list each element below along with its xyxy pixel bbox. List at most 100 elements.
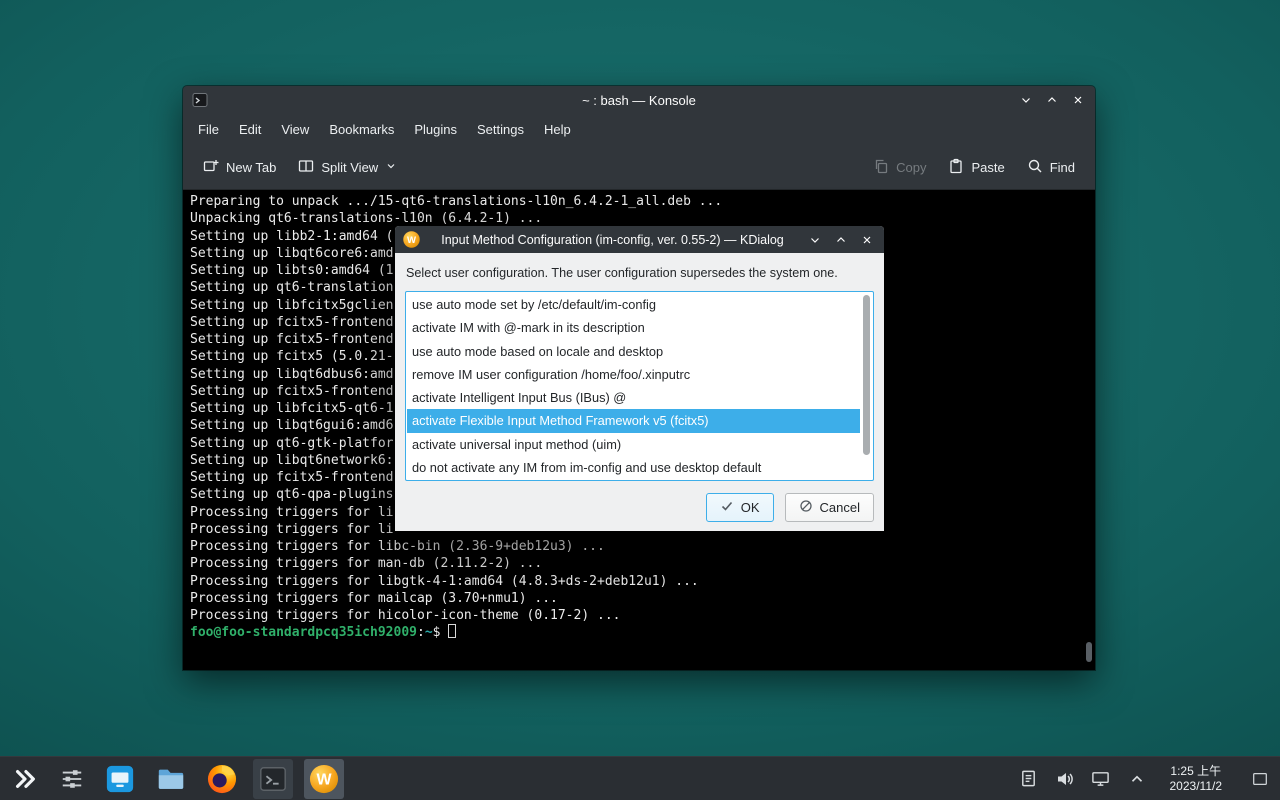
kdialog-window: W Input Method Configuration (im-config,… [395, 226, 884, 531]
dialog-button-row: OK Cancel [405, 493, 874, 522]
ok-button[interactable]: OK [706, 493, 774, 522]
copy-button[interactable]: Copy [865, 151, 934, 184]
split-view-icon [298, 158, 314, 177]
split-view-button[interactable]: Split View [290, 151, 405, 184]
clock-time: 1:25 上午 [1170, 764, 1223, 779]
paste-button[interactable]: Paste [940, 151, 1012, 184]
find-label: Find [1050, 160, 1075, 175]
taskbar-item-konsole[interactable] [253, 759, 293, 799]
prompt-user-host: foo@foo-standardpcq35ich92009 [190, 625, 417, 640]
copy-label: Copy [896, 160, 926, 175]
terminal-line: Unpacking qt6-translations-l10n (6.4.2-1… [190, 210, 1095, 227]
cancel-button-label: Cancel [820, 500, 860, 515]
minimize-button[interactable] [1019, 93, 1033, 107]
konsole-toolbar: New Tab Split View Copy Paste Find [183, 145, 1095, 190]
maximize-button[interactable] [834, 233, 848, 247]
taskbar-item-system-app[interactable] [100, 759, 140, 799]
konsole-window-title: ~ : bash — Konsole [183, 93, 1095, 108]
taskbar-item-file-manager[interactable] [151, 759, 191, 799]
copy-icon [873, 158, 889, 177]
terminal-line: Preparing to unpack .../15-qt6-translati… [190, 193, 1095, 210]
terminal-prompt-line: foo@foo-standardpcq35ich92009:~$ [190, 624, 1095, 641]
kdialog-titlebar[interactable]: W Input Method Configuration (im-config,… [395, 226, 884, 253]
firefox-icon [207, 764, 237, 794]
kdialog-body: Select user configuration. The user conf… [395, 253, 884, 531]
terminal-scrollbar[interactable] [1086, 642, 1092, 662]
menu-view[interactable]: View [271, 117, 319, 142]
new-tab-button[interactable]: New Tab [195, 151, 284, 184]
close-button[interactable] [1071, 93, 1085, 107]
paste-label: Paste [971, 160, 1004, 175]
monitor-app-icon [105, 764, 135, 794]
show-desktop-icon [1251, 770, 1269, 788]
im-config-listbox[interactable]: use auto mode set by /etc/default/im-con… [405, 291, 874, 481]
window-controls [808, 226, 874, 253]
terminal-line: Processing triggers for man-db (2.11.2-2… [190, 555, 1095, 572]
im-config-option[interactable]: activate Flexible Input Method Framework… [407, 409, 860, 432]
kdialog-window-title: Input Method Configuration (im-config, v… [425, 233, 800, 247]
find-icon [1027, 158, 1043, 177]
konsole-menubar: File Edit View Bookmarks Plugins Setting… [183, 114, 1095, 145]
menu-help[interactable]: Help [534, 117, 581, 142]
launcher-chevrons-icon [12, 766, 38, 792]
im-config-option[interactable]: activate Intelligent Input Bus (IBus) @ [407, 386, 860, 409]
cancel-button[interactable]: Cancel [785, 493, 874, 522]
chevron-down-icon [385, 160, 397, 175]
terminal-window-icon [258, 764, 288, 794]
im-config-option[interactable]: use auto mode set by /etc/default/im-con… [407, 293, 860, 316]
im-config-option[interactable]: activate universal input method (uim) [407, 433, 860, 456]
sliders-icon [60, 767, 84, 791]
menu-settings[interactable]: Settings [467, 117, 534, 142]
cancel-icon [799, 499, 813, 516]
im-config-option[interactable]: do not activate any IM from im-config an… [407, 456, 860, 479]
prompt-symbol: $ [433, 625, 441, 640]
menu-file[interactable]: File [188, 117, 229, 142]
terminal-line: Processing triggers for mailcap (3.70+nm… [190, 590, 1095, 607]
dialog-message: Select user configuration. The user conf… [406, 266, 874, 280]
menu-plugins[interactable]: Plugins [404, 117, 467, 142]
konsole-titlebar[interactable]: ~ : bash — Konsole [183, 86, 1095, 114]
paste-icon [948, 158, 964, 177]
terminal-line: Processing triggers for hicolor-icon-the… [190, 607, 1095, 624]
terminal-line: Processing triggers for libc-bin (2.36-9… [190, 538, 1095, 555]
close-button[interactable] [860, 233, 874, 247]
clock-date: 2023/11/2 [1170, 779, 1223, 794]
list-scrollbar[interactable] [860, 293, 872, 479]
check-icon [720, 499, 734, 516]
im-config-option[interactable]: activate IM with @-mark in its descripti… [407, 316, 860, 339]
maximize-button[interactable] [1045, 93, 1059, 107]
terminal-line: Processing triggers for libgtk-4-1:amd64… [190, 573, 1095, 590]
folder-icon [156, 764, 186, 794]
taskbar: W 1:25 上午 2023/11/2 [0, 756, 1280, 800]
show-desktop-button[interactable] [1248, 760, 1272, 798]
im-config-option[interactable]: use auto mode based on locale and deskto… [407, 340, 860, 363]
menu-bookmarks[interactable]: Bookmarks [319, 117, 404, 142]
task-manager-settings-button[interactable] [53, 760, 91, 798]
taskbar-item-im-config[interactable]: W [304, 759, 344, 799]
window-controls [1019, 86, 1085, 114]
app-launcher-button[interactable] [6, 760, 44, 798]
find-button[interactable]: Find [1019, 151, 1083, 184]
split-view-label: Split View [321, 160, 378, 175]
minimize-button[interactable] [808, 233, 822, 247]
menu-edit[interactable]: Edit [229, 117, 271, 142]
ok-button-label: OK [741, 500, 760, 515]
svg-text:W: W [316, 771, 332, 788]
terminal-cursor [448, 624, 456, 638]
new-tab-label: New Tab [226, 160, 276, 175]
notifications-icon[interactable] [1018, 768, 1040, 790]
new-tab-icon [203, 158, 219, 177]
system-tray: 1:25 上午 2023/11/2 [1018, 760, 1275, 798]
svg-text:W: W [407, 235, 416, 246]
im-config-app-icon: W [403, 231, 420, 248]
volume-icon[interactable] [1054, 768, 1076, 790]
im-config-icon: W [309, 764, 339, 794]
expand-tray-chevron-up-icon[interactable] [1126, 768, 1148, 790]
prompt-path: ~ [425, 625, 433, 640]
im-config-option[interactable]: remove IM user configuration /home/foo/.… [407, 363, 860, 386]
taskbar-item-firefox[interactable] [202, 759, 242, 799]
screen-layout-icon[interactable] [1090, 768, 1112, 790]
list-scrollbar-handle[interactable] [863, 295, 870, 455]
clock[interactable]: 1:25 上午 2023/11/2 [1170, 764, 1223, 794]
konsole-app-icon [192, 92, 208, 108]
